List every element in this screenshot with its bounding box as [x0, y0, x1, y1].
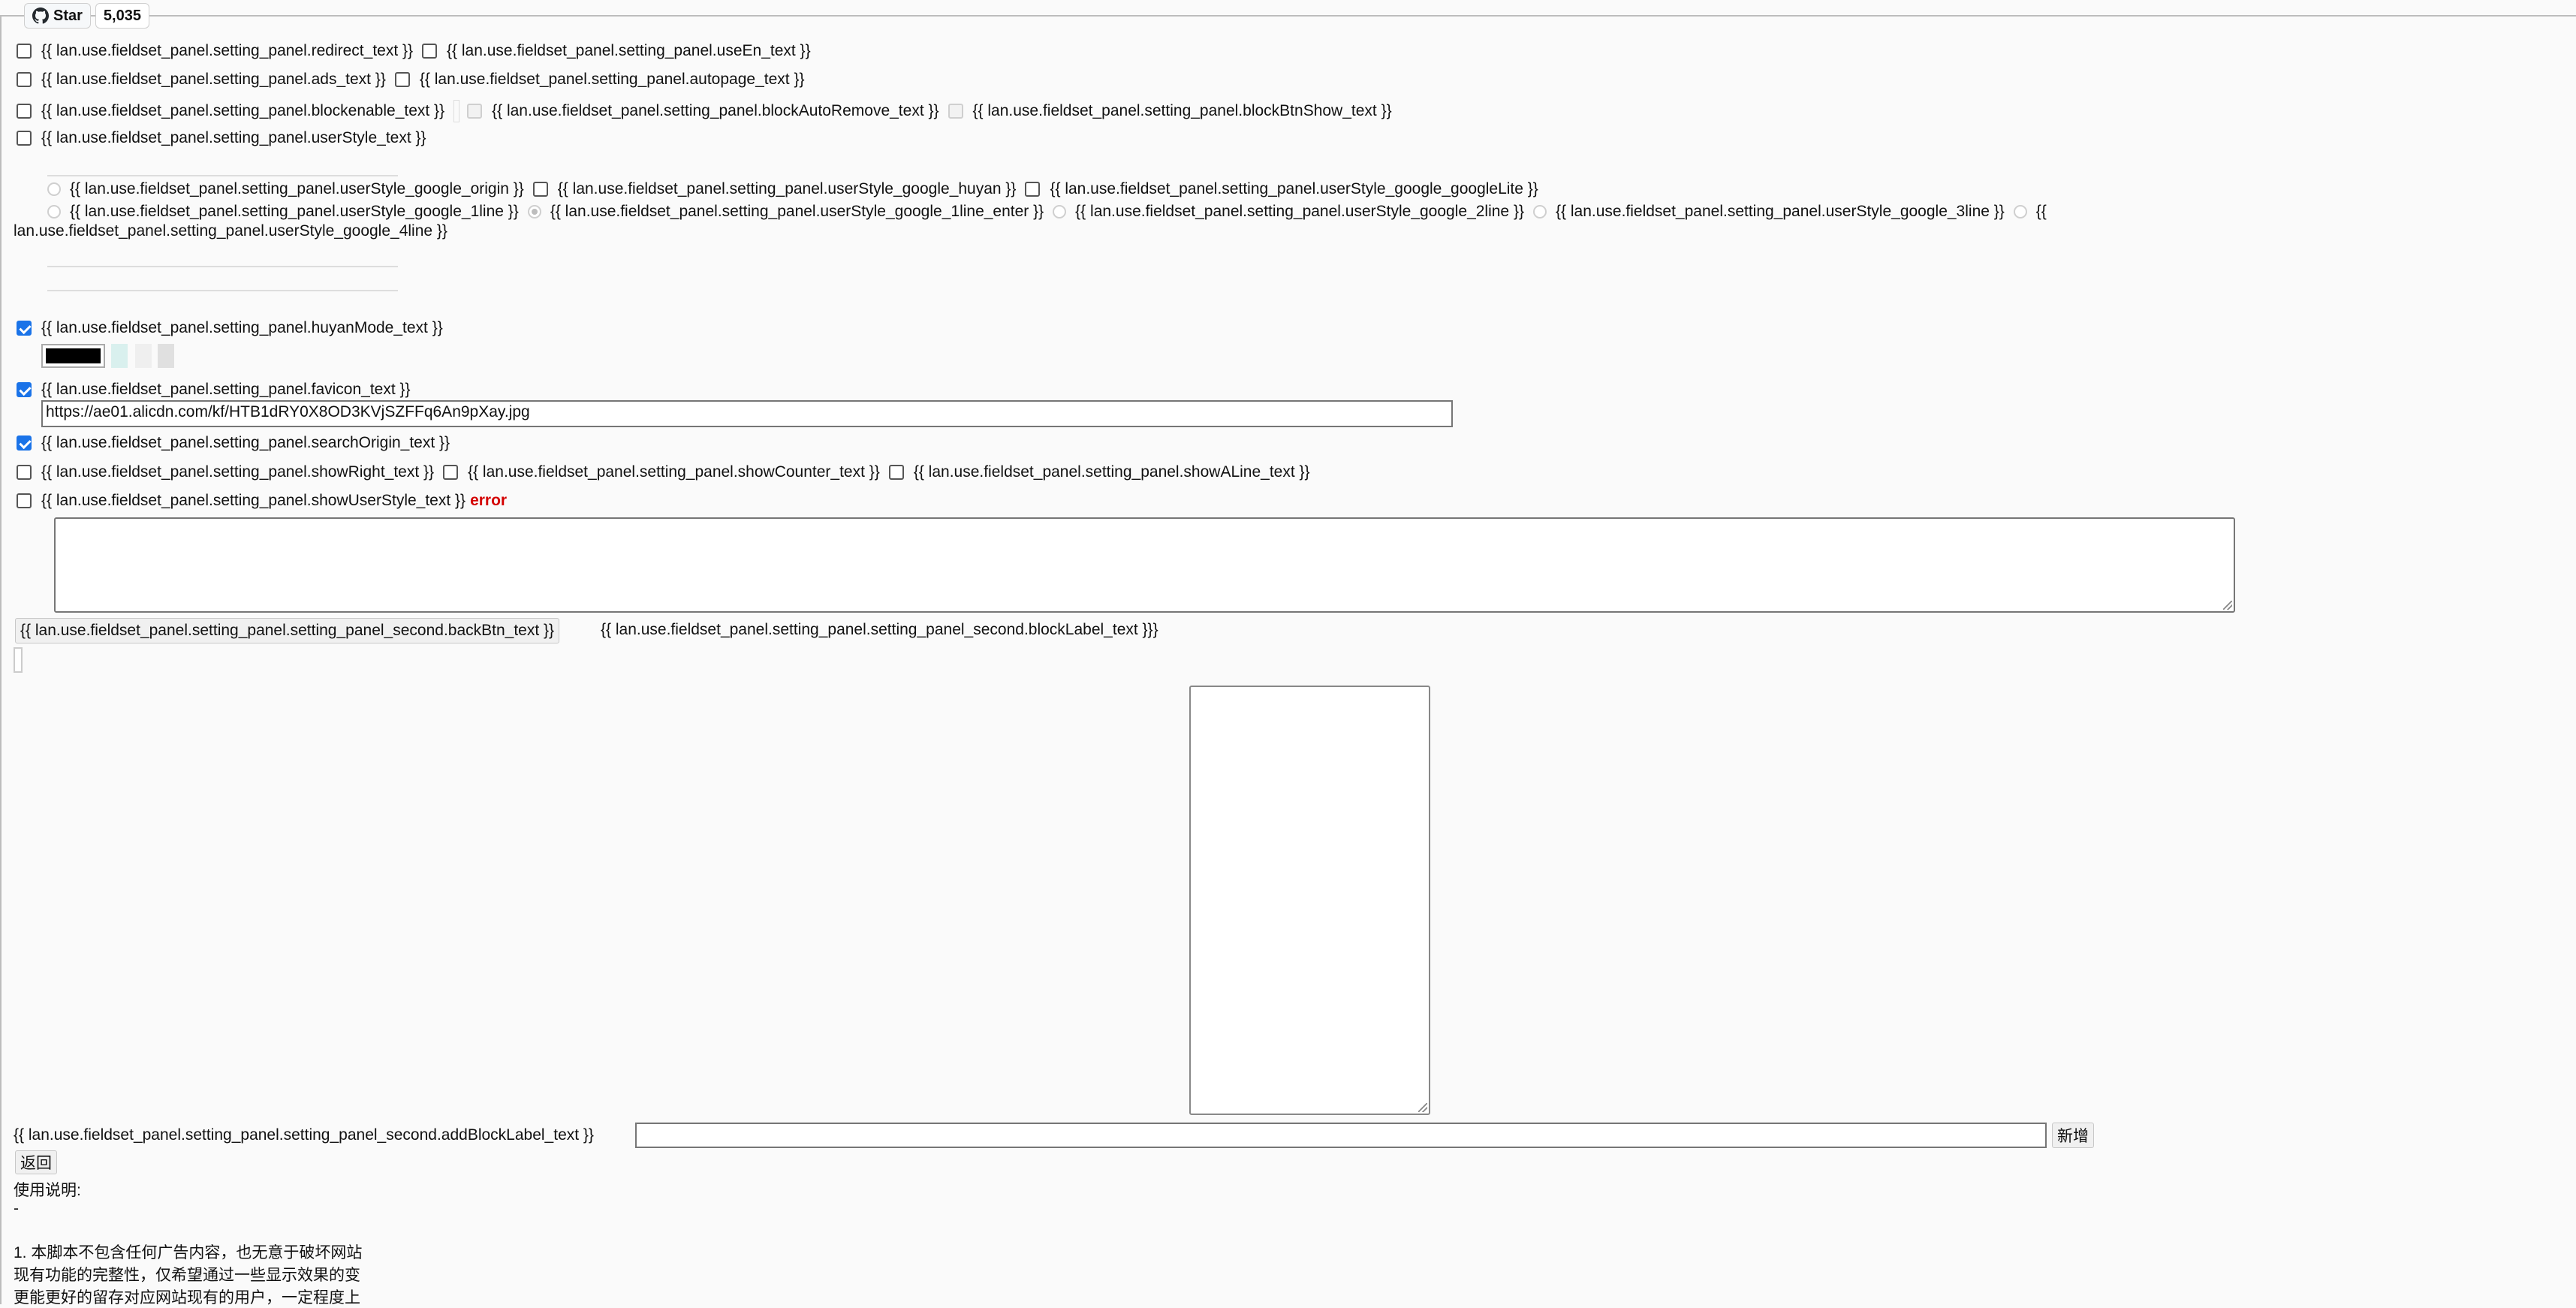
color-swatch-black	[46, 348, 101, 363]
ads-label: {{ lan.use.fieldset_panel.setting_panel.…	[41, 71, 386, 88]
style-3line-radio[interactable]	[1532, 205, 1547, 219]
back-button[interactable]: 返回	[15, 1150, 57, 1174]
usage-dash: -	[14, 1200, 19, 1217]
resize-grip-icon[interactable]	[1418, 1103, 1427, 1112]
style-origin-radio[interactable]	[47, 182, 61, 196]
autopage-label: {{ lan.use.fieldset_panel.setting_panel.…	[419, 71, 805, 88]
blockenable-checkbox[interactable]	[17, 104, 32, 119]
color-swatch-mint[interactable]	[111, 344, 128, 368]
showCounter-checkbox[interactable]	[443, 465, 459, 480]
showCounter-label: {{ lan.use.fieldset_panel.setting_panel.…	[468, 463, 880, 481]
style-1line-label: {{ lan.use.fieldset_panel.setting_panel.…	[70, 203, 519, 220]
favicon-label: {{ lan.use.fieldset_panel.setting_panel.…	[41, 381, 411, 398]
divider	[47, 290, 398, 291]
style-2line-radio[interactable]	[1053, 205, 1067, 219]
usage-title: 使用说明:	[14, 1182, 81, 1199]
github-star-button[interactable]: Star	[24, 3, 91, 29]
style-1line-enter-label: {{ lan.use.fieldset_panel.setting_panel.…	[550, 203, 1044, 220]
blockBtnShow-label: {{ lan.use.fieldset_panel.setting_panel.…	[972, 102, 1392, 119]
usage-line-3: 更能更好的留存对应网站现有的用户，一定程度上	[14, 1289, 360, 1306]
github-star-count[interactable]: 5,035	[95, 3, 149, 29]
favicon-url-input[interactable]: https://ae01.alicdn.com/kf/HTB1dRY0X8OD3…	[41, 400, 1453, 427]
block-select[interactable]	[14, 647, 23, 673]
add-block-label: {{ lan.use.fieldset_panel.setting_panel.…	[14, 1126, 594, 1144]
style-origin-label: {{ lan.use.fieldset_panel.setting_panel.…	[70, 180, 524, 197]
style-2line-label: {{ lan.use.fieldset_panel.setting_panel.…	[1075, 203, 1524, 220]
useEn-checkbox[interactable]	[422, 44, 438, 59]
usage-line-1: 1. 本脚本不包含任何广告内容，也无意于破坏网站	[14, 1244, 363, 1261]
blockAutoRemove-label: {{ lan.use.fieldset_panel.setting_panel.…	[492, 102, 939, 119]
useEn-label: {{ lan.use.fieldset_panel.setting_panel.…	[447, 42, 811, 59]
user-style-textarea[interactable]	[54, 517, 2235, 613]
back-button-top[interactable]: {{ lan.use.fieldset_panel.setting_panel.…	[15, 618, 560, 643]
style-3line-label: {{ lan.use.fieldset_panel.setting_panel.…	[1555, 203, 2005, 220]
showRight-label: {{ lan.use.fieldset_panel.setting_panel.…	[41, 463, 435, 481]
blockAutoRemove-checkbox[interactable]	[467, 104, 483, 119]
huyanMode-checkbox[interactable]	[17, 321, 32, 336]
showUserStyle-checkbox[interactable]	[17, 493, 32, 508]
add-button[interactable]: 新增	[2052, 1123, 2094, 1148]
style-4line-label-a: {{	[2035, 203, 2047, 220]
github-icon	[32, 8, 49, 24]
redirect-label: {{ lan.use.fieldset_panel.setting_panel.…	[41, 42, 414, 59]
autopage-checkbox[interactable]	[394, 72, 410, 87]
style-4line-label-b: lan.use.fieldset_panel.setting_panel.use…	[14, 222, 447, 240]
searchOrigin-checkbox[interactable]	[17, 435, 32, 451]
searchOrigin-label: {{ lan.use.fieldset_panel.setting_panel.…	[41, 434, 450, 451]
userStyle-label: {{ lan.use.fieldset_panel.setting_panel.…	[41, 129, 426, 146]
color-swatch-gray[interactable]	[158, 344, 174, 368]
error-text: error	[470, 492, 508, 509]
style-googleLite-label: {{ lan.use.fieldset_panel.setting_panel.…	[1050, 180, 1538, 197]
style-1line-enter-radio[interactable]	[527, 205, 541, 219]
style-4line-radio[interactable]	[2013, 205, 2027, 219]
showRight-checkbox[interactable]	[17, 465, 32, 480]
divider	[453, 100, 460, 122]
divider	[47, 266, 398, 267]
blockenable-label: {{ lan.use.fieldset_panel.setting_panel.…	[41, 102, 445, 119]
blockBtnShow-checkbox[interactable]	[948, 104, 963, 119]
block-list-textarea[interactable]	[1189, 686, 1430, 1115]
style-googleLite-checkbox[interactable]	[1025, 182, 1041, 197]
github-star-widget: Star 5,035	[24, 3, 149, 29]
favicon-checkbox[interactable]	[17, 382, 32, 397]
color-picker[interactable]	[41, 344, 105, 368]
showUserStyle-label: {{ lan.use.fieldset_panel.setting_panel.…	[41, 492, 466, 509]
add-block-input[interactable]	[635, 1123, 2047, 1148]
color-swatch-lightgray[interactable]	[135, 344, 152, 368]
style-huyan-checkbox[interactable]	[532, 182, 548, 197]
userStyle-checkbox[interactable]	[17, 131, 32, 146]
github-star-label: Star	[53, 7, 83, 24]
usage-line-2: 现有功能的完整性，仅希望通过一些显示效果的变	[14, 1267, 360, 1284]
showALine-label: {{ lan.use.fieldset_panel.setting_panel.…	[913, 463, 1310, 481]
resize-grip-icon[interactable]	[2223, 601, 2232, 610]
block-label: {{ lan.use.fieldset_panel.setting_panel.…	[601, 621, 1158, 638]
style-huyan-label: {{ lan.use.fieldset_panel.setting_panel.…	[557, 180, 1017, 197]
style-1line-radio[interactable]	[47, 205, 61, 219]
redirect-checkbox[interactable]	[17, 44, 32, 59]
showALine-checkbox[interactable]	[888, 465, 904, 480]
huyanMode-label: {{ lan.use.fieldset_panel.setting_panel.…	[41, 319, 443, 336]
divider	[47, 175, 398, 176]
ads-checkbox[interactable]	[17, 72, 32, 87]
